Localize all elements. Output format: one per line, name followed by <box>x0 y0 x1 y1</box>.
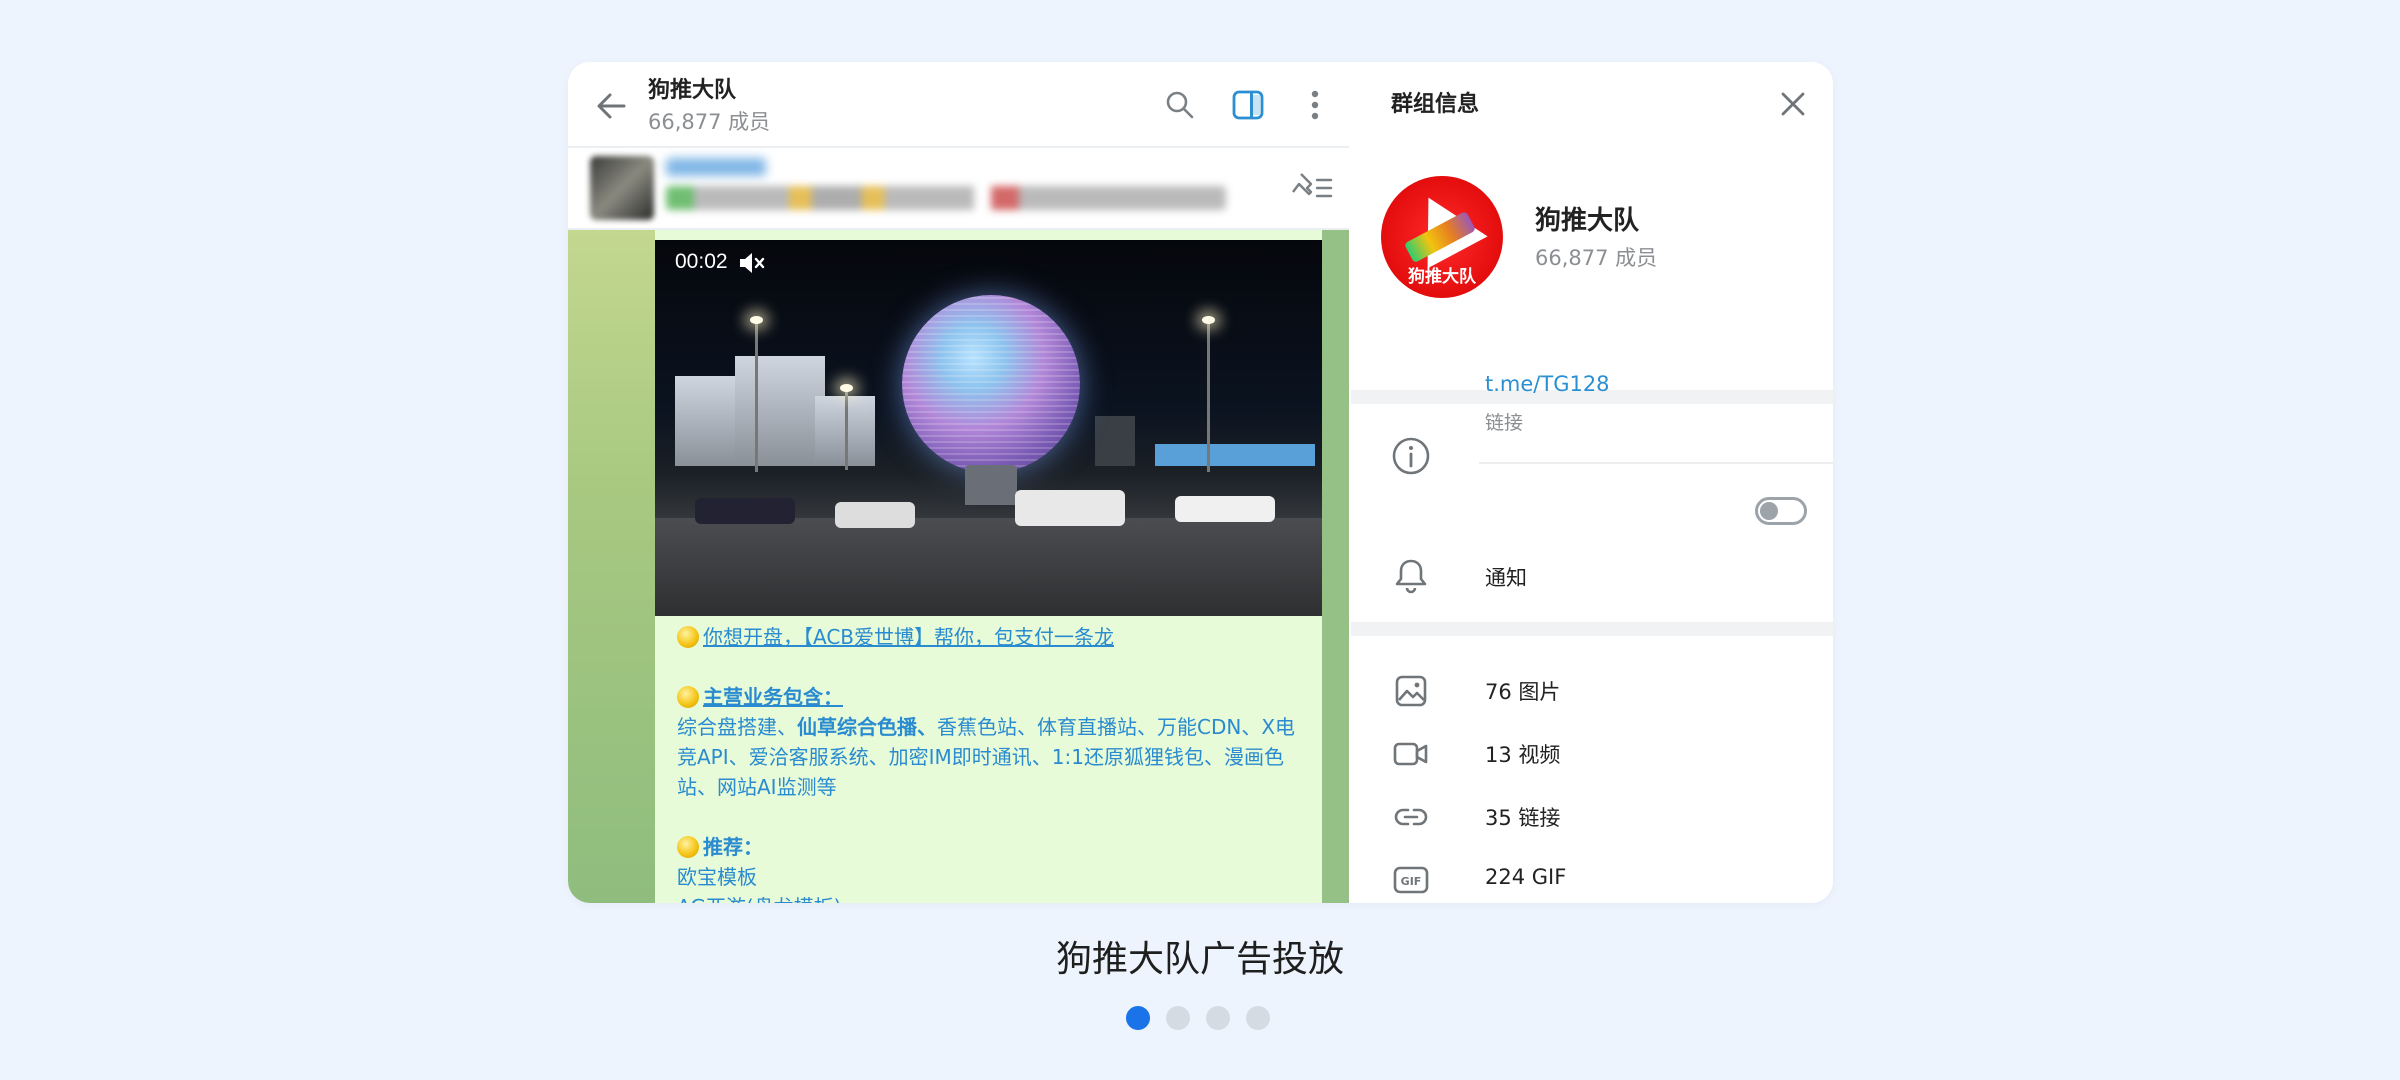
carousel-dot-4[interactable] <box>1246 1006 1270 1030</box>
media-photos[interactable]: 76 图片 <box>1485 676 1560 706</box>
chat-pane: 狗推大队 66,877 成员 00:02 你想开盘，【ACB爱世博】帮你，包支付… <box>568 62 1349 903</box>
info-icon <box>1391 436 1431 476</box>
group-info-panel: 群组信息 狗推大队 狗推大队 66,877 成员 t.me/TG128 链接 通… <box>1351 62 1833 903</box>
background-building <box>1095 416 1135 466</box>
coin-icon <box>677 626 699 648</box>
background-building <box>735 356 825 466</box>
coin-icon <box>677 836 699 858</box>
media-gifs[interactable]: 224 GIF <box>1485 865 1566 889</box>
image-icon <box>1391 671 1431 711</box>
chat-scroll-area[interactable] <box>1322 230 1349 903</box>
slide-caption: 狗推大队广告投放 <box>1055 939 1344 980</box>
back-arrow-icon[interactable] <box>590 84 634 128</box>
link-icon <box>1391 797 1431 837</box>
group-member-count: 66,877 成员 <box>1535 246 1658 270</box>
carousel-dot-3[interactable] <box>1206 1006 1230 1030</box>
group-avatar[interactable]: 狗推大队 <box>1381 176 1503 298</box>
media-videos[interactable]: 13 视频 <box>1485 739 1560 769</box>
group-name: 狗推大队 <box>1535 206 1640 236</box>
car <box>1175 496 1275 522</box>
pinned-preview <box>666 186 1226 210</box>
mute-icon[interactable] <box>737 250 765 276</box>
row-divider <box>1479 462 1833 464</box>
car <box>695 498 795 524</box>
coin-icon <box>677 686 699 708</box>
video-time: 00:02 <box>675 250 728 273</box>
message-bubble: 00:02 你想开盘，【ACB爱世博】帮你，包支付一条龙 主营业务包含： 综合盘… <box>655 230 1322 903</box>
sphere-base <box>965 465 1017 505</box>
carousel-dot-1[interactable] <box>1126 1006 1150 1030</box>
media-links[interactable]: 35 链接 <box>1485 802 1560 832</box>
svg-text:GIF: GIF <box>1401 875 1422 888</box>
chat-title[interactable]: 狗推大队 <box>648 72 736 104</box>
video-icon <box>1391 734 1431 774</box>
car <box>835 502 915 528</box>
street-lamp <box>1202 316 1215 472</box>
close-icon[interactable] <box>1771 82 1815 126</box>
search-icon[interactable] <box>1158 83 1202 127</box>
notification-label: 通知 <box>1485 566 1527 590</box>
lit-structure <box>1155 444 1315 466</box>
message-line-1[interactable]: 你想开盘，【ACB爱世博】帮你，包支付一条龙 <box>677 622 1307 652</box>
carousel-dot-2[interactable] <box>1166 1006 1190 1030</box>
recommend-heading: 推荐： <box>677 832 1307 862</box>
pinned-message-bar[interactable] <box>568 148 1349 230</box>
panel-title: 群组信息 <box>1391 92 1480 117</box>
recommend-item: AG亚游(盘龙模板) <box>677 892 1307 903</box>
services-heading: 主营业务包含： <box>677 682 1307 712</box>
recommend-item: 欧宝模板 <box>677 865 757 889</box>
street-lamp <box>840 384 853 470</box>
pinned-thumbnail <box>590 156 654 220</box>
bell-icon <box>1391 556 1431 596</box>
services-list: 综合盘搭建、仙草综合色播、香蕉色站、体育直播站、万能CDN、X电竞API、爱洽客… <box>677 715 1296 799</box>
section-separator <box>1351 622 1833 636</box>
van <box>1015 490 1125 526</box>
sidebar-toggle-icon[interactable] <box>1226 83 1270 127</box>
group-link-label: 链接 <box>1485 412 1524 434</box>
group-link[interactable]: t.me/TG128 <box>1485 372 1610 396</box>
pinned-title <box>666 158 766 176</box>
more-vertical-icon[interactable] <box>1293 83 1337 127</box>
led-sphere <box>902 295 1080 473</box>
street-lamp <box>750 316 763 472</box>
app-window: 狗推大队 66,877 成员 00:02 你想开盘，【ACB爱世博】帮你，包支付… <box>568 62 1833 903</box>
carousel-dots <box>1126 1006 1276 1032</box>
gif-icon: GIF <box>1391 860 1431 900</box>
road <box>655 518 1322 616</box>
notification-toggle[interactable] <box>1755 497 1807 525</box>
video-player[interactable]: 00:02 <box>655 240 1322 616</box>
avatar-text: 狗推大队 <box>1408 267 1476 287</box>
chat-member-count: 66,877 成员 <box>648 110 771 134</box>
pin-list-icon[interactable] <box>1289 168 1335 208</box>
message-text: 你想开盘，【ACB爱世博】帮你，包支付一条龙 主营业务包含： 综合盘搭建、仙草综… <box>677 622 1307 903</box>
chat-header: 狗推大队 66,877 成员 <box>568 62 1349 148</box>
